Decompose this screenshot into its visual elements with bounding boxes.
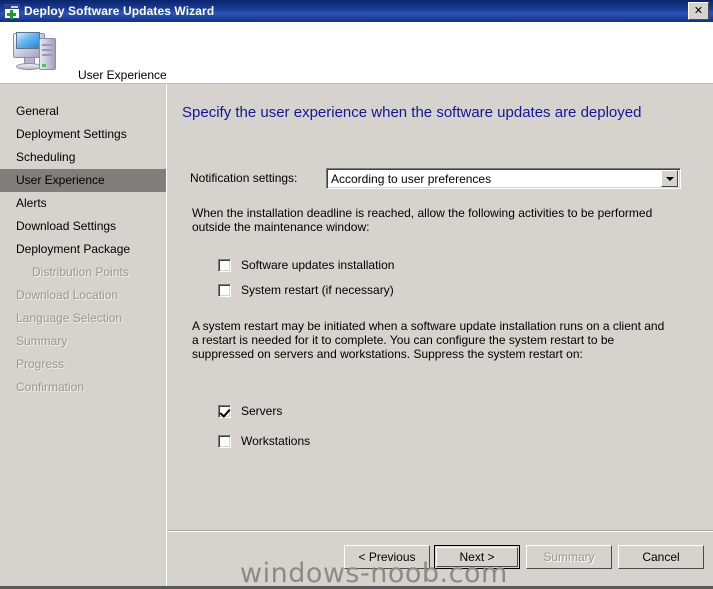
sidebar-item-deployment-settings[interactable]: Deployment Settings <box>0 123 166 146</box>
sidebar-item-alerts[interactable]: Alerts <box>0 192 166 215</box>
sidebar-item-user-experience[interactable]: User Experience <box>0 169 166 192</box>
wizard-header: User Experience <box>0 22 713 84</box>
sidebar-item-download-settings[interactable]: Download Settings <box>0 215 166 238</box>
cancel-button[interactable]: Cancel <box>618 545 704 569</box>
notification-settings-label: Notification settings: <box>190 171 298 185</box>
checkbox-label: Workstations <box>241 434 311 448</box>
notification-settings-value: According to user preferences <box>331 171 492 186</box>
next-button[interactable]: Next > <box>434 545 520 569</box>
next-button-label: Next > <box>459 550 495 564</box>
close-icon[interactable]: ✕ <box>688 2 709 20</box>
checkbox-box[interactable] <box>218 404 231 418</box>
checkbox-servers[interactable]: Servers <box>218 404 282 418</box>
restart-paragraph: A system restart may be initiated when a… <box>192 319 665 361</box>
deadline-paragraph: When the installation deadline is reache… <box>192 206 653 234</box>
wizard-content-pane: Specify the user experience when the sof… <box>168 84 713 530</box>
checkbox-label: Software updates installation <box>241 258 395 272</box>
wizard-footer: < Previous Next > Summary Cancel <box>168 532 713 589</box>
window-titlebar[interactable]: Deploy Software Updates Wizard ✕ <box>0 0 713 22</box>
deploy-software-updates-wizard-window: Deploy Software Updates Wizard ✕ User Ex… <box>0 0 713 589</box>
sidebar-item-download-location: Download Location <box>16 288 119 302</box>
checkbox-box[interactable] <box>218 434 231 448</box>
computer-monitor-icon <box>13 29 61 73</box>
previous-button[interactable]: < Previous <box>344 545 430 569</box>
notification-settings-dropdown[interactable]: According to user preferences <box>326 168 681 189</box>
summary-button: Summary <box>526 545 612 569</box>
checkbox-workstations[interactable]: Workstations <box>218 434 310 448</box>
sidebar-item-summary: Summary <box>16 334 68 348</box>
content-heading: Specify the user experience when the sof… <box>182 104 642 121</box>
sidebar-item-deployment-package[interactable]: Deployment Package <box>0 238 166 261</box>
checkbox-system-restart[interactable]: System restart (if necessary) <box>218 283 394 297</box>
checkbox-box[interactable] <box>218 283 231 297</box>
checkbox-label: System restart (if necessary) <box>241 283 394 297</box>
sidebar-item-scheduling[interactable]: Scheduling <box>0 146 166 169</box>
sidebar-item-confirmation: Confirmation <box>16 380 85 394</box>
sidebar-item-language-selection: Language Selection <box>16 311 123 325</box>
sidebar-item-progress: Progress <box>16 357 65 371</box>
sidebar-item-general[interactable]: General <box>0 100 166 123</box>
wizard-step-sidebar: General Deployment Settings Scheduling U… <box>0 84 167 589</box>
chevron-down-icon[interactable] <box>661 170 678 187</box>
checkbox-box[interactable] <box>218 258 231 272</box>
page-title: User Experience <box>78 68 167 82</box>
wizard-window-plus-icon <box>4 3 20 19</box>
sidebar-item-distribution-points: Distribution Points <box>32 265 129 279</box>
checkbox-software-updates-installation[interactable]: Software updates installation <box>218 258 394 272</box>
window-title: Deploy Software Updates Wizard <box>24 4 215 18</box>
checkbox-label: Servers <box>241 404 283 418</box>
notification-settings-row: Notification settings: According to user… <box>190 168 702 189</box>
